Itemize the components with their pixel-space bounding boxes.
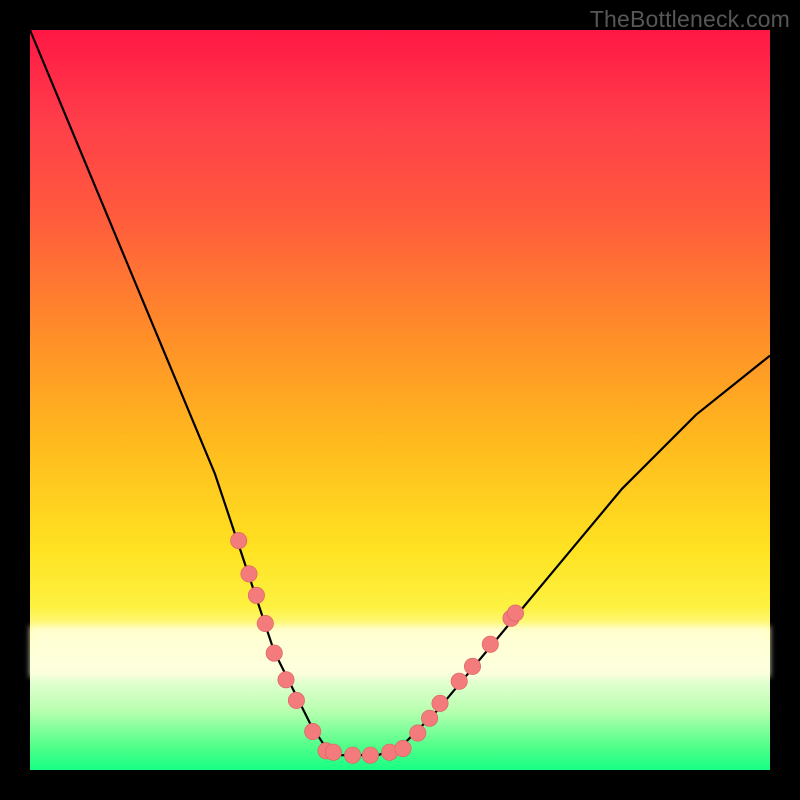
sample-dot <box>257 615 273 631</box>
sample-dot <box>266 645 282 661</box>
sample-dot <box>248 587 264 603</box>
sample-dot <box>362 747 378 763</box>
sample-dot <box>305 723 321 739</box>
sample-dot <box>507 605 523 621</box>
sample-dot <box>421 710 437 726</box>
chart-stage: TheBottleneck.com <box>0 0 800 800</box>
sample-dot <box>395 740 411 756</box>
sample-dot <box>482 636 498 652</box>
sample-dot <box>278 672 294 688</box>
sample-dot <box>464 658 480 674</box>
bottleneck-curve <box>30 30 770 755</box>
sample-dot <box>344 747 360 763</box>
sample-dot <box>410 725 426 741</box>
sample-dots <box>231 532 524 763</box>
plot-area <box>30 30 770 770</box>
sample-dot <box>241 566 257 582</box>
watermark-text: TheBottleneck.com <box>590 6 790 33</box>
sample-dot <box>451 673 467 689</box>
chart-svg <box>30 30 770 770</box>
sample-dot <box>231 532 247 548</box>
sample-dot <box>325 744 341 760</box>
sample-dot <box>288 692 304 708</box>
sample-dot <box>432 695 448 711</box>
